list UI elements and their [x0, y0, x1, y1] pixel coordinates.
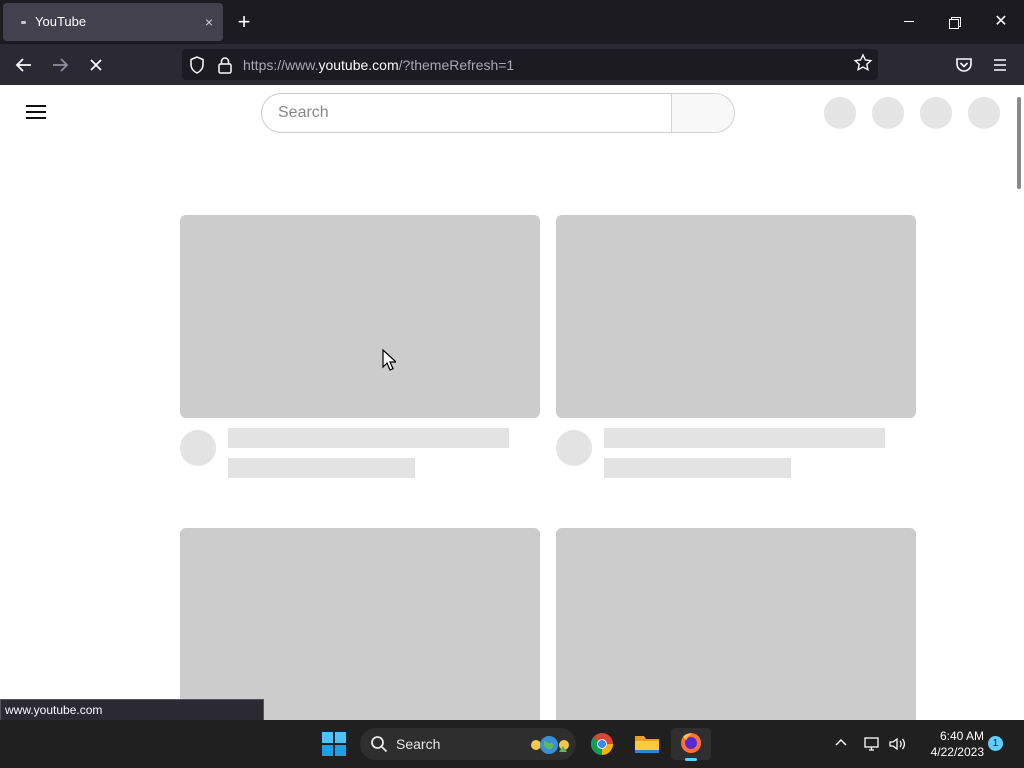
video-thumbnail-placeholder[interactable] [556, 528, 916, 720]
subtitle-placeholder [604, 458, 791, 478]
clock-time: 6:40 AM [939, 729, 984, 743]
pocket-icon [956, 58, 972, 72]
url-prefix: https://www. [243, 57, 319, 73]
tab-title: YouTube [35, 14, 87, 29]
forward-arrow-icon [53, 58, 69, 72]
firefox-icon [681, 733, 701, 753]
stop-loading-button[interactable] [83, 52, 109, 78]
youtube-page [0, 85, 1024, 720]
clock-date: 4/22/2023 [930, 745, 984, 759]
search-button[interactable] [671, 93, 735, 133]
topbar-placeholder-button[interactable] [920, 97, 952, 129]
lock-icon[interactable] [216, 55, 234, 75]
volume-icon[interactable] [887, 734, 907, 754]
channel-avatar-placeholder [180, 430, 216, 466]
channel-avatar-placeholder [556, 430, 592, 466]
back-arrow-icon [15, 58, 31, 72]
taskbar-search-label: Search [396, 736, 441, 752]
video-thumbnail-placeholder[interactable] [556, 215, 916, 418]
search-input[interactable] [261, 93, 672, 133]
notification-badge[interactable]: 1 [988, 736, 1003, 751]
tab-youtube[interactable]: YouTube × [3, 3, 223, 41]
topbar-placeholder-button[interactable] [872, 97, 904, 129]
guide-menu-button[interactable] [26, 105, 46, 119]
forward-button[interactable] [47, 52, 73, 78]
url-text[interactable]: https://www.youtube.com/?themeRefresh=1 [243, 57, 514, 73]
minimize-button[interactable] [897, 11, 921, 33]
menu-line [26, 111, 46, 113]
folder-icon [635, 736, 659, 753]
chrome-icon [590, 733, 613, 755]
show-hidden-icons-button[interactable] [832, 734, 850, 752]
page-scrollbar[interactable] [1017, 97, 1021, 189]
pocket-button[interactable] [951, 52, 977, 78]
link-status-bar: www.youtube.com [0, 699, 264, 721]
search-icon [371, 736, 388, 753]
hamburger-menu-icon [994, 59, 1006, 71]
title-placeholder [604, 428, 885, 448]
menu-line [26, 117, 46, 119]
back-button[interactable] [11, 52, 37, 78]
video-thumbnail-placeholder[interactable] [180, 215, 540, 418]
browser-toolbar: https://www.youtube.com/?themeRefresh=1 [0, 44, 1024, 85]
star-icon [853, 53, 873, 72]
windows-taskbar: Search 6:40 AM 4/22/2023 1 [0, 720, 1024, 768]
topbar-placeholder-avatar[interactable] [968, 97, 1000, 129]
topbar-placeholder-button[interactable] [824, 97, 856, 129]
restore-button[interactable] [943, 11, 967, 33]
system-clock[interactable]: 6:40 AM 4/22/2023 [916, 728, 984, 760]
menu-line [26, 105, 46, 107]
file-explorer-taskbar-app[interactable] [627, 728, 667, 760]
subtitle-placeholder [228, 458, 415, 478]
chevron-up-icon [835, 738, 847, 746]
browser-tab-bar: YouTube × + ✕ [0, 0, 1024, 44]
stop-icon [90, 59, 102, 71]
chrome-taskbar-app[interactable] [582, 728, 622, 760]
tab-close-button[interactable]: × [198, 11, 220, 33]
active-app-indicator [685, 758, 697, 761]
windows-start-icon[interactable] [322, 732, 346, 756]
url-path: /?themeRefresh=1 [398, 57, 515, 73]
title-placeholder [228, 428, 509, 448]
earth-day-search-highlight-icon [531, 736, 569, 754]
new-tab-button[interactable]: + [232, 10, 256, 34]
bookmark-star-button[interactable] [852, 53, 874, 75]
taskbar-search[interactable]: Search [360, 728, 576, 760]
video-thumbnail-placeholder[interactable] [180, 528, 540, 720]
close-window-button[interactable]: ✕ [989, 11, 1013, 33]
firefox-taskbar-app[interactable] [671, 728, 711, 761]
address-bar[interactable]: https://www.youtube.com/?themeRefresh=1 [182, 49, 878, 80]
app-menu-button[interactable] [987, 52, 1013, 78]
url-host: youtube.com [318, 57, 399, 73]
loading-favicon-icon [21, 21, 26, 24]
network-icon[interactable] [862, 734, 882, 754]
mouse-cursor-icon [382, 349, 396, 371]
tracking-protection-shield-icon[interactable] [188, 55, 206, 75]
search-box [261, 93, 735, 133]
